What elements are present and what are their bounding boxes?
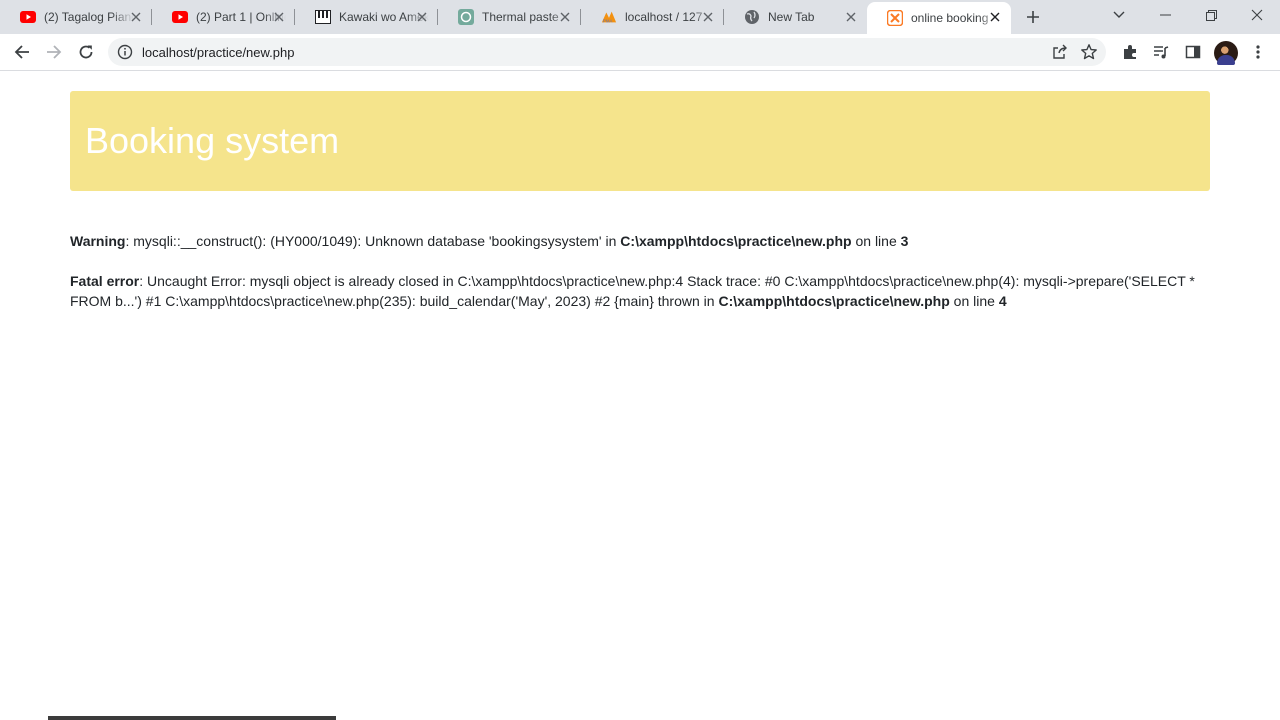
- warning-file: C:\xampp\htdocs\practice\new.php: [620, 233, 852, 249]
- browser-toolbar: localhost/practice/new.php: [0, 34, 1280, 71]
- chatgpt-icon: [458, 9, 474, 25]
- php-fatal-error-message: Fatal error: Uncaught Error: mysqli obje…: [70, 271, 1210, 311]
- close-window-button[interactable]: [1234, 0, 1280, 30]
- media-control-icon[interactable]: [1147, 38, 1175, 66]
- extensions-icon[interactable]: [1116, 38, 1144, 66]
- xampp-icon: [887, 10, 903, 26]
- tab-strip: (2) Tagalog Piano (2) Part 1 | Online Ka…: [0, 0, 1280, 34]
- phpmyadmin-icon: PMA: [601, 9, 617, 25]
- new-tab-button[interactable]: [1022, 6, 1044, 28]
- youtube-icon: [172, 9, 188, 25]
- fatal-error-line-number: 4: [998, 293, 1007, 309]
- tab-search-chevron-icon[interactable]: [1096, 0, 1142, 30]
- share-icon[interactable]: [1052, 44, 1068, 60]
- php-warning-message: Warning: mysqli::__construct(): (HY000/1…: [70, 231, 1210, 251]
- restore-button[interactable]: [1188, 0, 1234, 30]
- fatal-error-file: C:\xampp\htdocs\practice\new.php: [718, 293, 950, 309]
- page-title: Booking system: [85, 120, 340, 161]
- youtube-icon: [20, 9, 36, 25]
- bookmark-star-icon[interactable]: [1080, 43, 1098, 61]
- tab-phpmyadmin[interactable]: PMA localhost / 127: [581, 0, 724, 34]
- close-icon[interactable]: [557, 9, 573, 25]
- tab-part-1[interactable]: (2) Part 1 | Online: [152, 0, 295, 34]
- close-icon[interactable]: [843, 9, 859, 25]
- close-icon[interactable]: [700, 9, 716, 25]
- warning-line-number: 3: [900, 233, 909, 249]
- svg-text:PMA: PMA: [603, 18, 613, 23]
- page-banner: Booking system: [70, 91, 1210, 191]
- fatal-error-text: : Uncaught Error: mysqli object is alrea…: [70, 273, 1195, 309]
- close-icon[interactable]: [271, 9, 287, 25]
- close-icon[interactable]: [987, 9, 1003, 25]
- tab-online-booking[interactable]: online booking: [867, 2, 1011, 34]
- globe-icon: [744, 9, 760, 25]
- tab-thermal-paste[interactable]: Thermal paste: [438, 0, 581, 34]
- tab-new-tab[interactable]: New Tab: [724, 0, 867, 34]
- piano-icon: [315, 9, 331, 25]
- close-icon[interactable]: [414, 9, 430, 25]
- back-button[interactable]: [8, 38, 36, 66]
- tab-kawaki[interactable]: Kawaki wo Ameku: [295, 0, 438, 34]
- minimize-button[interactable]: [1142, 0, 1188, 30]
- site-info-icon[interactable]: [117, 44, 133, 60]
- close-icon[interactable]: [128, 9, 144, 25]
- address-bar[interactable]: localhost/practice/new.php: [108, 38, 1106, 66]
- fatal-error-line-text: on line: [949, 293, 999, 309]
- page-viewport: Booking system Warning: mysqli::__constr…: [0, 72, 1280, 720]
- warning-text: : mysqli::__construct(): (HY000/1049): U…: [125, 233, 621, 249]
- reload-button[interactable]: [72, 38, 100, 66]
- taskbar-edge: [48, 716, 336, 720]
- profile-avatar[interactable]: [1214, 41, 1238, 65]
- forward-button[interactable]: [40, 38, 68, 66]
- address-url[interactable]: localhost/practice/new.php: [142, 45, 294, 60]
- tab-tagalog-piano[interactable]: (2) Tagalog Piano: [0, 0, 152, 34]
- side-panel-icon[interactable]: [1179, 38, 1207, 66]
- warning-line-text: on line: [851, 233, 901, 249]
- warning-label: Warning: [70, 233, 126, 249]
- tab-title: (2) Tagalog Piano: [44, 10, 134, 24]
- fatal-error-label: Fatal error: [70, 273, 140, 289]
- menu-icon[interactable]: [1244, 38, 1272, 66]
